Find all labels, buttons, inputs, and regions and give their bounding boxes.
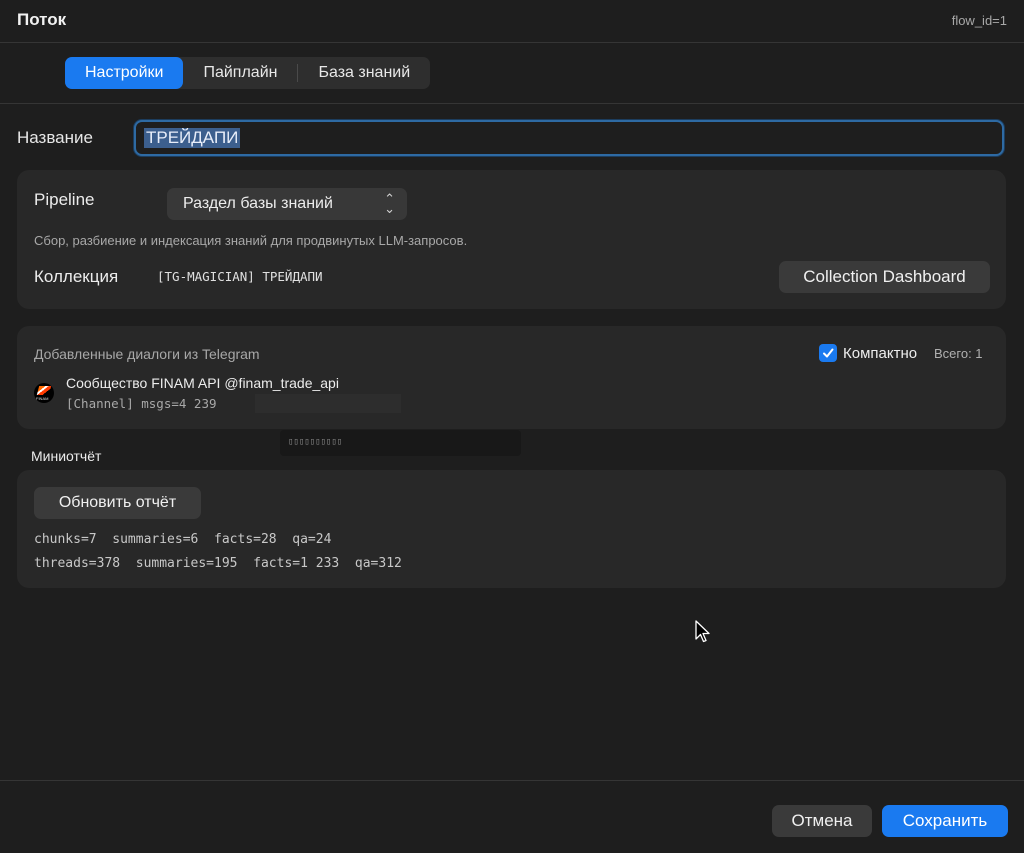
title-bar: Поток flow_id=1	[0, 0, 1024, 43]
telegram-dialogs-title: Добавленные диалоги из Telegram	[34, 346, 260, 362]
flow-id-label: flow_id=1	[951, 13, 1007, 28]
name-input[interactable]: ТРЕЙДАПИ	[134, 120, 1004, 156]
pipeline-select-value: Раздел базы знаний	[183, 195, 333, 212]
mini-report-card: Обновить отчёт chunks=7 summaries=6 fact…	[17, 470, 1006, 588]
dialog-meta: [Channel] msgs=4 239	[66, 396, 217, 411]
collection-value: [TG-MAGICIAN] ТРЕЙДАПИ	[157, 269, 323, 284]
collection-label: Коллекция	[34, 267, 119, 286]
save-button[interactable]: Сохранить	[882, 805, 1008, 837]
compact-checkbox[interactable]	[819, 344, 837, 362]
avatar-text: FINAM	[36, 396, 49, 401]
report-stats-line-2: threads=378 summaries=195 facts=1 233 qa…	[34, 556, 402, 571]
compact-label: Компактно	[843, 344, 918, 362]
tab-pipeline[interactable]: Пайплайн	[183, 57, 297, 89]
pipeline-select[interactable]: Раздел базы знаний ⌃ ⌄	[167, 188, 407, 220]
telegram-dialogs-card: Добавленные диалоги из Telegram Компактн…	[17, 326, 1006, 429]
window-title: Поток	[17, 10, 67, 29]
name-input-value: ТРЕЙДАПИ	[144, 128, 241, 148]
pipeline-label: Pipeline	[34, 190, 95, 209]
mini-report-label: Миниотчёт	[31, 448, 102, 464]
pipeline-description: Сбор, разбиение и индексация знаний для …	[34, 233, 468, 248]
tab-settings[interactable]: Настройки	[65, 57, 184, 89]
redacted-area	[255, 394, 401, 413]
cancel-button[interactable]: Отмена	[772, 805, 872, 837]
dialogs-total: Всего: 1	[934, 346, 983, 361]
collection-dashboard-button[interactable]: Collection Dashboard	[779, 261, 990, 293]
dialog-name[interactable]: Сообщество FINAM API @finam_trade_api	[66, 375, 339, 391]
refresh-report-button[interactable]: Обновить отчёт	[34, 487, 201, 519]
channel-avatar: FINAM	[34, 383, 54, 403]
chevron-up-down-icon: ⌃ ⌄	[384, 191, 395, 216]
compact-toggle[interactable]: Компактно	[819, 344, 917, 362]
name-label: Название	[17, 128, 93, 147]
report-stats-line-1: chunks=7 summaries=6 facts=28 qa=24	[34, 532, 332, 547]
footer-divider	[0, 780, 1024, 781]
tab-bar: Настройки Пайплайн База знаний	[65, 57, 431, 89]
checkmark-icon	[823, 348, 834, 358]
header-divider	[0, 103, 1024, 104]
mouse-cursor-icon	[695, 620, 710, 643]
tooltip: ▯▯▯▯▯▯▯▯▯▯	[280, 430, 521, 456]
pipeline-card: Pipeline Раздел базы знаний ⌃ ⌄ Сбор, раз…	[17, 170, 1006, 309]
tab-knowledge-base[interactable]: База знаний	[298, 57, 430, 89]
tooltip-text: ▯▯▯▯▯▯▯▯▯▯	[288, 437, 343, 447]
